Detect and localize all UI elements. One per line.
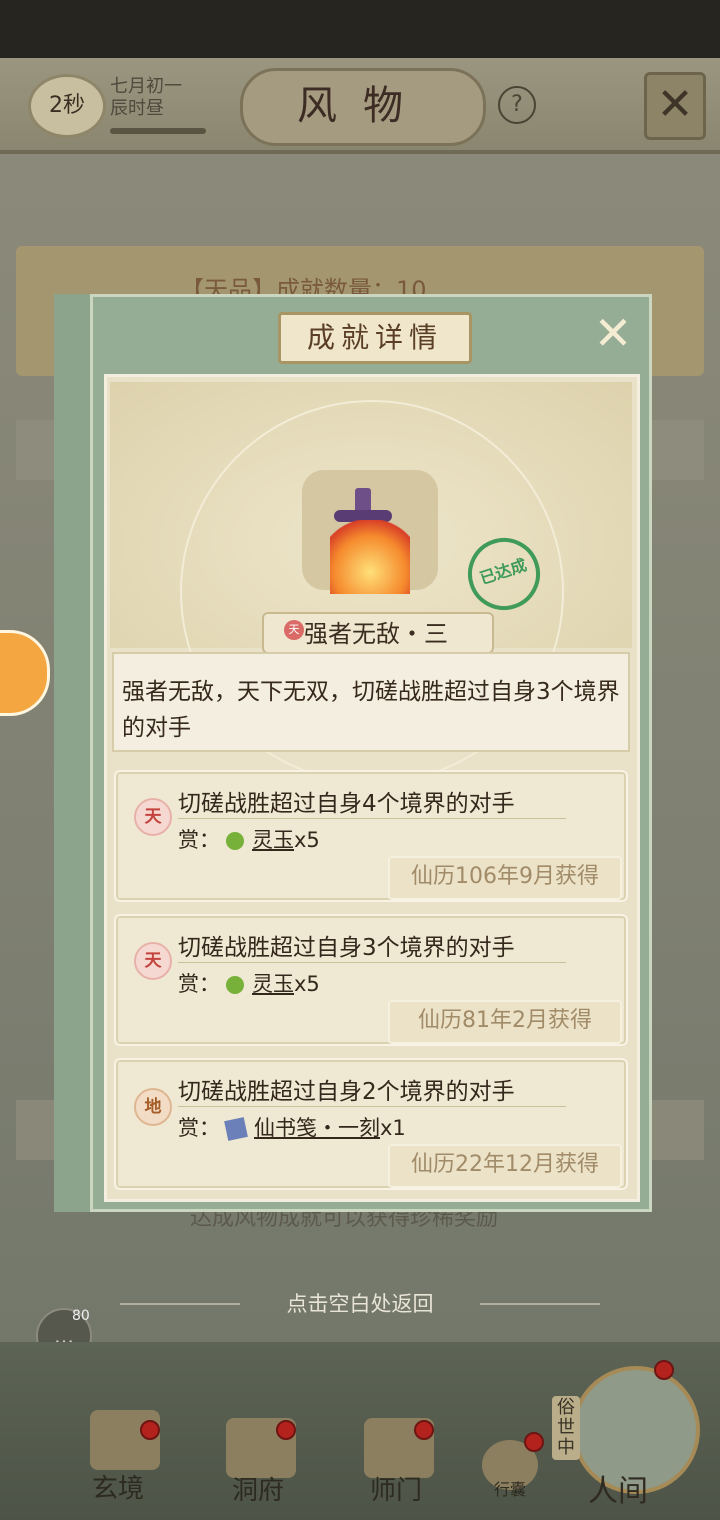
close-icon: ✕ — [593, 306, 633, 360]
reward-item-link[interactable]: 灵玉 — [252, 972, 294, 996]
jade-icon — [226, 976, 244, 994]
dialog-close-button[interactable]: ✕ — [590, 310, 636, 356]
page-title: 风物 — [240, 68, 486, 146]
achievement-description: 强者无敌，天下无双，切磋战胜超过自身3个境界的对手 — [122, 679, 620, 741]
reward-label: 赏： — [178, 972, 220, 996]
timer-badge: 2秒 — [28, 74, 106, 138]
day-progress-bar — [110, 128, 206, 134]
world-status-label: 俗世中 — [552, 1396, 580, 1460]
notification-dot — [654, 1360, 674, 1380]
dialog-shadow — [54, 294, 94, 1212]
calendar-date: 七月初一 辰时昼 — [110, 76, 182, 120]
reward-label: 赏： — [178, 828, 220, 852]
tab-xuanjing[interactable]: 玄境 — [92, 1468, 144, 1505]
notification-dot — [414, 1420, 434, 1440]
notification-dot — [524, 1432, 544, 1452]
reward-item-link[interactable]: 灵玉 — [252, 828, 294, 852]
record-title: 切磋战胜超过自身3个境界的对手 — [178, 935, 515, 961]
notification-dot — [140, 1420, 160, 1440]
record-title: 切磋战胜超过自身4个境界的对手 — [178, 791, 515, 817]
record-reward: 赏： 仙书笺・一刻x1 — [178, 1112, 406, 1142]
tab-xuanjing-icon[interactable] — [90, 1410, 160, 1470]
return-hint[interactable]: 点击空白处返回 — [0, 1288, 720, 1318]
reward-qty: x5 — [294, 972, 320, 996]
record-date: 仙历106年9月获得 — [388, 856, 622, 900]
book-icon — [224, 1117, 248, 1141]
chat-count-badge: 80 — [72, 1308, 90, 1324]
record-date: 仙历81年2月获得 — [388, 1000, 622, 1044]
close-icon: ✕ — [656, 79, 694, 130]
record-reward: 赏： 灵玉x5 — [178, 968, 320, 998]
tab-xingnang[interactable]: 行囊 — [494, 1476, 526, 1500]
reward-label: 赏： — [178, 1116, 220, 1140]
divider — [178, 1106, 566, 1107]
jade-icon — [226, 832, 244, 850]
record-title: 切磋战胜超过自身2个境界的对手 — [178, 1079, 515, 1105]
divider — [178, 962, 566, 963]
tier-badge: 地 — [134, 1088, 172, 1126]
reward-item-link[interactable]: 仙书笺・一刻 — [254, 1116, 380, 1140]
tab-shimen[interactable]: 师门 — [370, 1470, 422, 1507]
record-date: 仙历22年12月获得 — [388, 1144, 622, 1188]
record-reward: 赏： 灵玉x5 — [178, 824, 320, 854]
tier-badge: 天 — [134, 798, 172, 836]
achievement-name: 强者无敌・三 — [304, 620, 448, 648]
date-line-2: 辰时昼 — [110, 98, 164, 119]
world-label[interactable]: 人间 — [588, 1466, 648, 1510]
close-page-button[interactable]: ✕ — [644, 72, 706, 140]
notification-dot — [276, 1420, 296, 1440]
reward-qty: x5 — [294, 828, 320, 852]
tier-badge-icon: 天 — [284, 620, 304, 640]
tab-dongfu[interactable]: 洞府 — [232, 1470, 284, 1507]
divider — [178, 818, 566, 819]
help-button[interactable]: ? — [498, 86, 536, 124]
flame-icon — [330, 520, 410, 594]
dialog-title: 成就详情 — [278, 312, 472, 364]
date-line-1: 七月初一 — [110, 76, 182, 97]
reward-qty: x1 — [380, 1116, 406, 1140]
tier-badge: 天 — [134, 942, 172, 980]
status-strip — [0, 0, 720, 58]
